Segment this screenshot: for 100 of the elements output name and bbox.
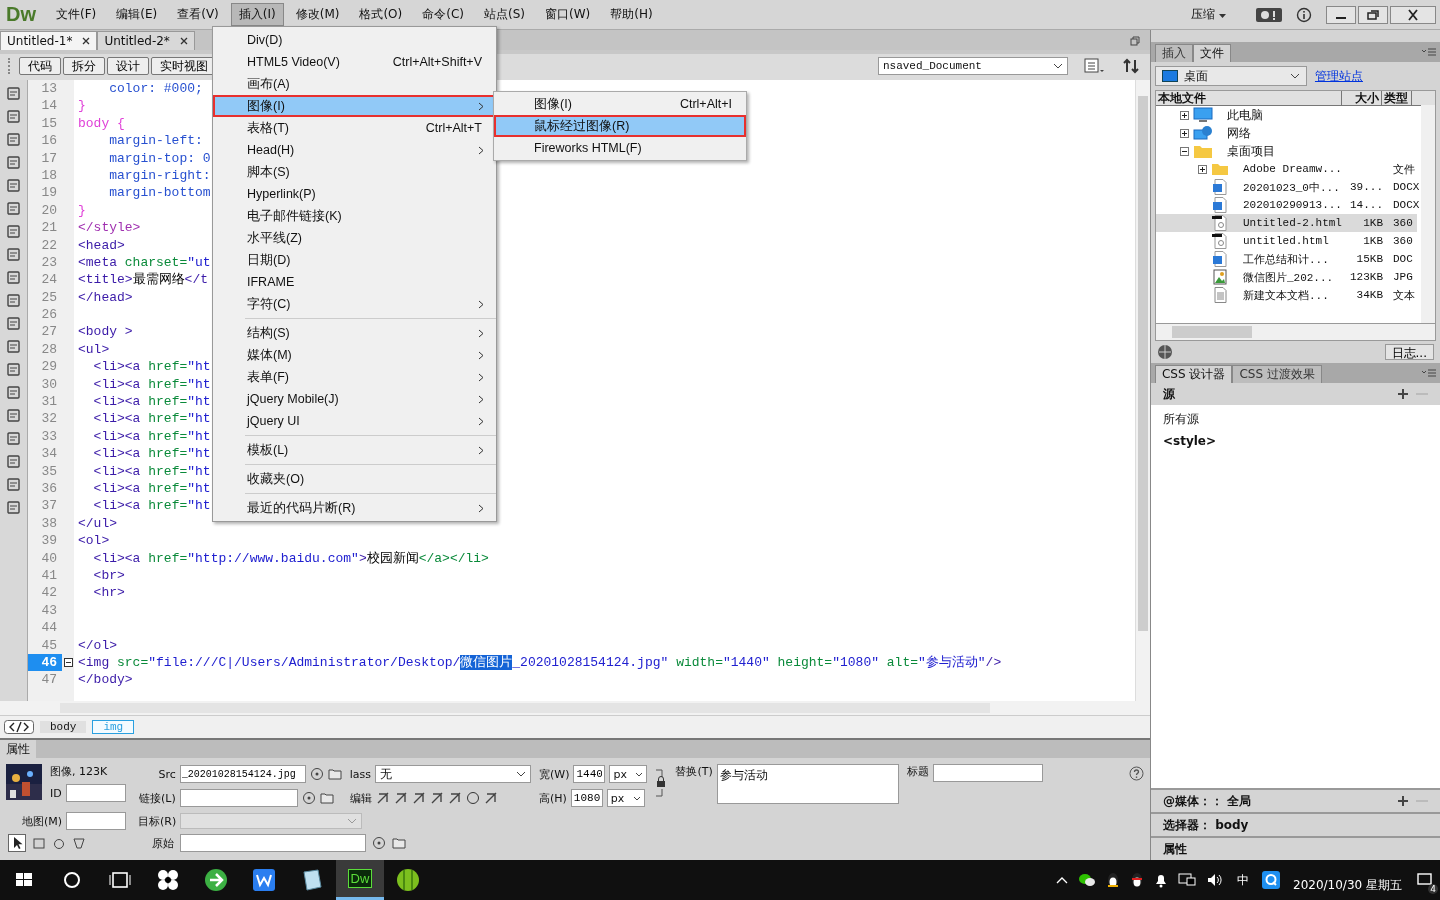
title-field[interactable] (932, 764, 1043, 782)
file-row[interactable]: untitled.html 1KB 360 (1155, 232, 1417, 250)
contrast-icon[interactable] (465, 791, 480, 805)
log-button[interactable]: 日志... (1384, 344, 1434, 360)
tag-selector-item[interactable]: body (40, 721, 87, 733)
column-header[interactable]: 本地文件 (1155, 91, 1342, 105)
file-row[interactable]: 202010290913... 14... DOCX (1155, 196, 1417, 214)
file-row[interactable]: 此电脑 (1155, 106, 1417, 124)
menu-item[interactable]: 模板(L) (213, 439, 496, 461)
menu-item[interactable]: 图像(I) Ctrl+Alt+I (494, 93, 746, 115)
site-dropdown[interactable]: 桌面 (1154, 66, 1307, 86)
menu-item[interactable]: Fireworks HTML(F) (494, 137, 746, 159)
manage-sites-link[interactable]: 管理站点 (1314, 67, 1363, 85)
close-icon[interactable] (82, 37, 91, 45)
class-dropdown[interactable]: 无 (375, 765, 531, 783)
column-header[interactable]: 大小 (1341, 91, 1382, 105)
column-header[interactable]: 类型 (1381, 91, 1412, 105)
penguin-icon[interactable] (1106, 872, 1120, 888)
lock-icon[interactable] (655, 768, 668, 798)
pointer-tool[interactable] (8, 834, 26, 852)
menu-item[interactable]: 字符(C) (213, 293, 496, 315)
file-row[interactable]: Untitled-2.html 1KB 360 (1155, 214, 1417, 232)
file-row[interactable]: Adobe Dreamw... 文件 (1155, 160, 1417, 178)
menu-item[interactable]: 水平线(Z) (213, 227, 496, 249)
menu-item[interactable]: 插入(I) (230, 3, 284, 26)
info-icon[interactable] (1296, 6, 1312, 23)
menu-item[interactable]: 文件(F) (48, 3, 105, 26)
chat-icon[interactable] (1078, 872, 1096, 888)
alt-field[interactable]: 参与活动 (716, 764, 899, 804)
expand-icon[interactable] (1197, 164, 1207, 174)
menu-item[interactable]: 表单(F) (213, 366, 496, 388)
panel-tab[interactable]: 插入 (1154, 44, 1193, 62)
folder-icon[interactable] (327, 768, 342, 780)
menu-item[interactable]: 格式(O) (351, 3, 411, 26)
restore-icon[interactable] (1129, 36, 1140, 46)
view-button[interactable]: 代码 (19, 57, 61, 75)
menu-item[interactable]: 编辑(E) (108, 3, 166, 26)
restore-button[interactable] (1358, 5, 1388, 24)
source-item[interactable]: 所有源 (1162, 411, 1199, 428)
panel-tab[interactable]: 文件 (1192, 44, 1231, 62)
target-icon[interactable] (309, 767, 324, 781)
unit-dropdown[interactable]: px (606, 789, 645, 807)
scrollbar[interactable] (1154, 324, 1436, 341)
link-field[interactable] (179, 789, 298, 807)
folder-icon[interactable] (319, 792, 334, 804)
menu-item[interactable]: 帮助(H) (602, 3, 661, 26)
sort-icon[interactable] (1121, 58, 1142, 74)
close-icon[interactable] (179, 37, 188, 45)
code-icon[interactable] (4, 720, 34, 734)
target-icon[interactable] (301, 791, 316, 805)
add-icon[interactable] (1398, 389, 1408, 399)
panel-title[interactable]: 属性 (0, 740, 36, 758)
network-icon[interactable] (1178, 872, 1196, 888)
menu-item[interactable]: 站点(S) (476, 3, 533, 26)
folder-icon[interactable] (392, 837, 406, 849)
polygon-hotspot-icon[interactable] (72, 836, 86, 850)
menu-item[interactable]: 查看(V) (169, 3, 227, 26)
menu-item[interactable]: 表格(T) Ctrl+Alt+T (213, 117, 496, 139)
height-field[interactable]: 1080 (570, 789, 603, 807)
menu-item[interactable]: Hyperlink(P) (213, 183, 496, 205)
close-button[interactable] (1390, 5, 1436, 24)
file-row[interactable]: 20201023_0中... 39... DOCX (1155, 178, 1417, 196)
panel-tab[interactable]: CSS 设计器 (1154, 365, 1233, 383)
menu-item[interactable]: 鼠标经过图像(R) (494, 115, 746, 137)
help-icon[interactable] (1128, 766, 1144, 781)
menu-item[interactable]: Head(H) (213, 139, 496, 161)
collapse-icon[interactable] (1179, 146, 1189, 156)
add-icon[interactable] (1398, 796, 1408, 806)
menu-item[interactable]: Div(D) (213, 29, 496, 51)
menu-item[interactable]: 媒体(M) (213, 344, 496, 366)
menu-item[interactable]: 画布(A) (213, 73, 496, 95)
collapse-icon[interactable] (63, 658, 73, 668)
panel-menu-icon[interactable] (1422, 369, 1436, 377)
menu-item[interactable]: 最近的代码片断(R) (213, 497, 496, 519)
panel-tab[interactable]: CSS 过渡效果 (1232, 365, 1322, 383)
panel-menu-icon[interactable] (1422, 48, 1436, 56)
width-field[interactable]: 1440 (573, 765, 606, 783)
view-button[interactable]: 拆分 (63, 57, 105, 75)
chevron-up-icon[interactable] (1056, 876, 1068, 884)
document-tab[interactable]: Untitled-1* (0, 31, 98, 50)
unit-dropdown[interactable]: px (609, 765, 648, 783)
id-field[interactable] (65, 784, 126, 802)
q-icon[interactable] (1262, 871, 1280, 889)
file-row[interactable]: 新建文本文档... 34KB 文本 (1155, 286, 1417, 304)
circle-hotspot-icon[interactable] (52, 836, 66, 850)
expand-icon[interactable] (1179, 128, 1189, 138)
map-field[interactable] (66, 812, 127, 830)
menu-item[interactable]: 电子邮件链接(K) (213, 205, 496, 227)
bell-icon[interactable] (1154, 872, 1168, 888)
document-tab[interactable]: Untitled-2* (97, 31, 195, 50)
view-button[interactable]: 设计 (107, 57, 149, 75)
taskbar-button[interactable]: Dw (336, 860, 384, 900)
menu-item[interactable]: 修改(M) (287, 3, 348, 26)
source-item[interactable]: <style> (1162, 434, 1216, 448)
src-field[interactable]: _20201028154124.jpg (179, 765, 306, 783)
scrollbar[interactable] (0, 701, 1150, 715)
original-field[interactable] (180, 834, 366, 852)
scrollbar[interactable] (1421, 105, 1435, 323)
globe-icon[interactable] (1156, 344, 1173, 360)
menu-item[interactable]: 命令(C) (414, 3, 472, 26)
